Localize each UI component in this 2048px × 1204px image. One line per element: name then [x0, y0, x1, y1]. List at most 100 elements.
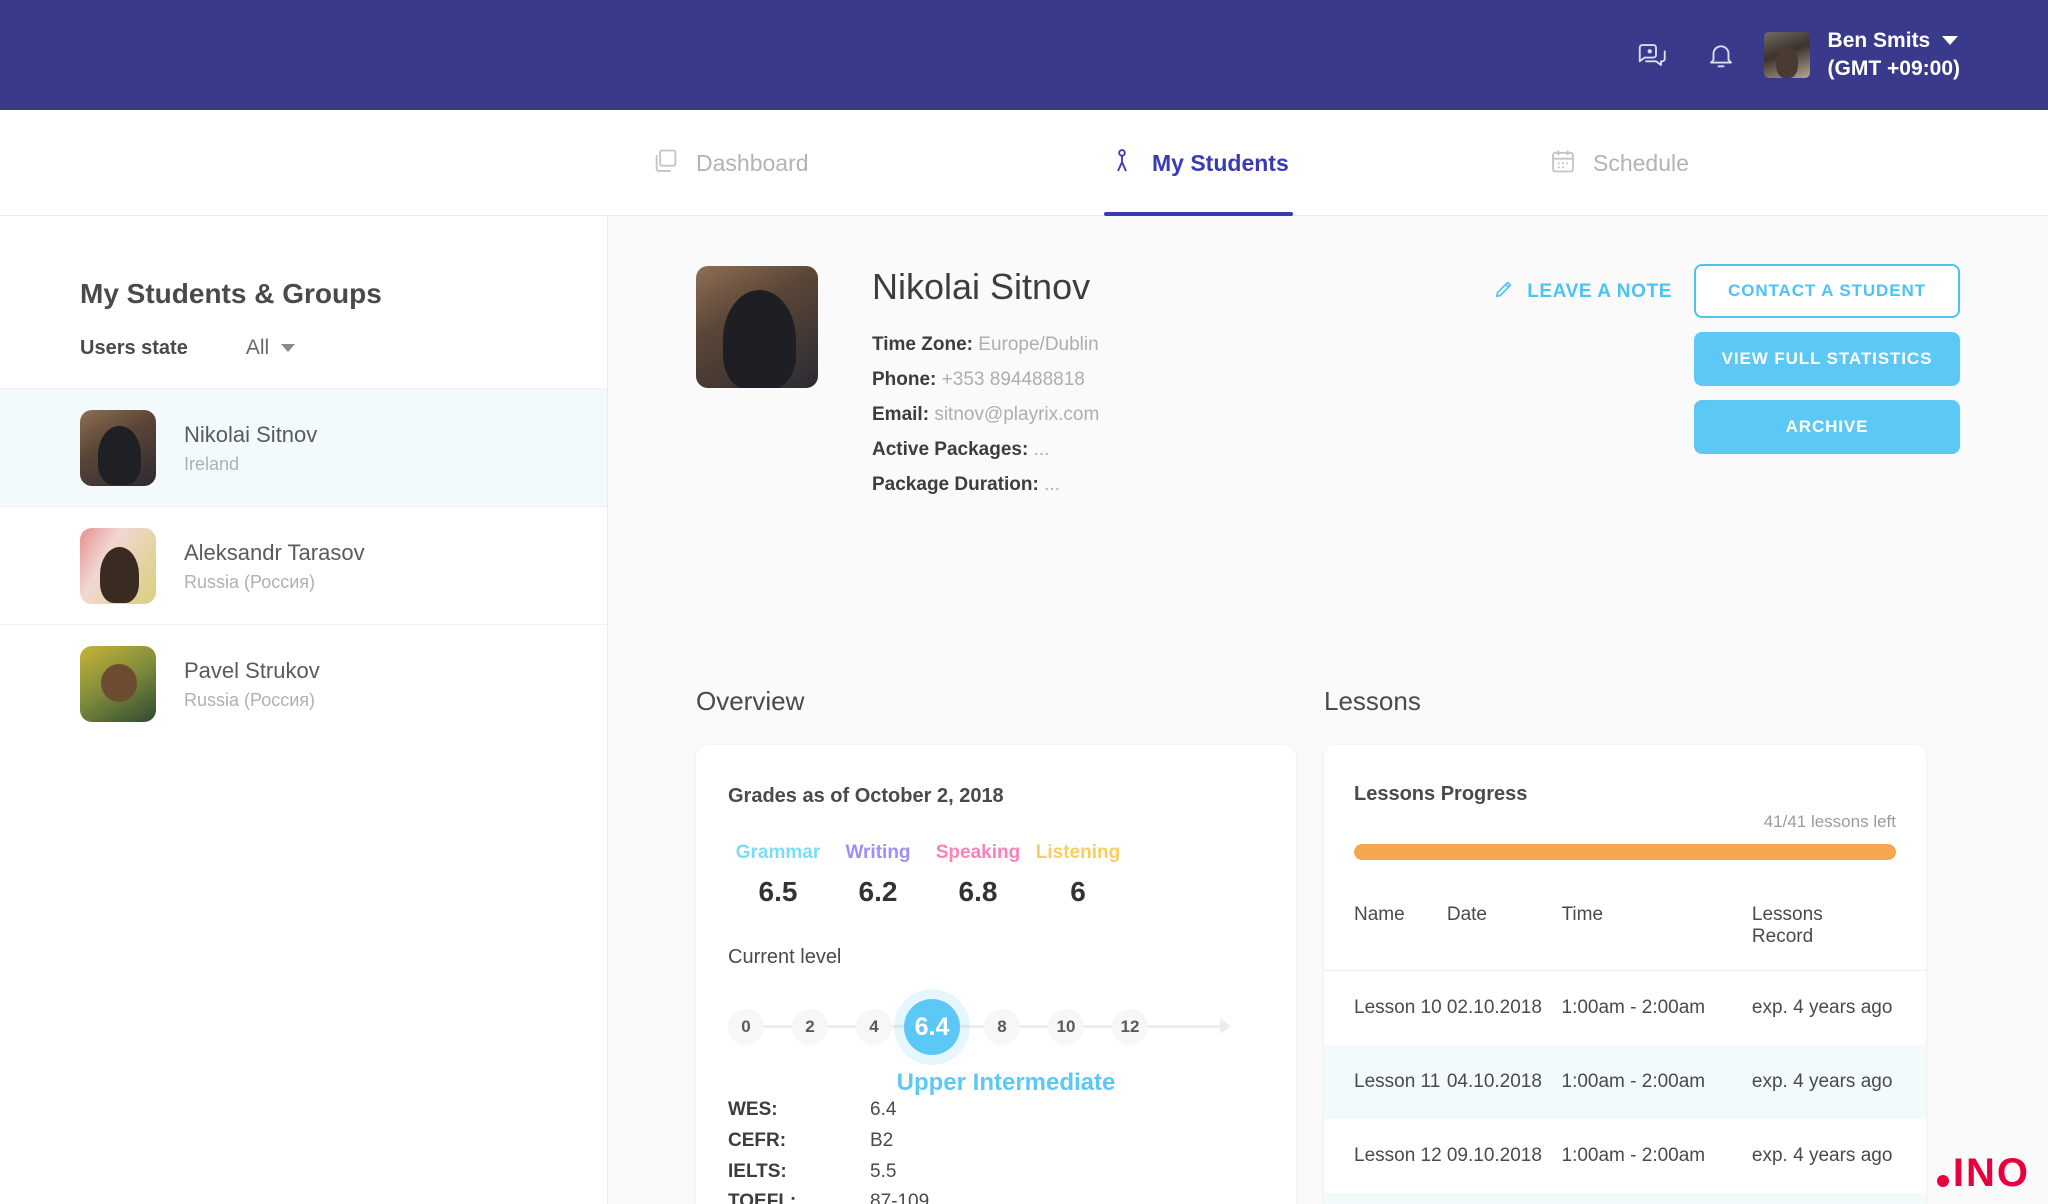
level-tick-12[interactable]: 12: [1112, 1009, 1148, 1045]
field-value: Europe/Dublin: [978, 334, 1099, 355]
score-value: B2: [870, 1129, 894, 1151]
student-name: Aleksandr Tarasov: [184, 539, 365, 565]
cell-time: 1:00am - 2:00am: [1562, 1193, 1752, 1204]
level-tick-8[interactable]: 8: [984, 1009, 1020, 1045]
level-tick-2[interactable]: 2: [792, 1009, 828, 1045]
avatar: [80, 645, 156, 722]
cell-record: exp. 4 years ago: [1752, 1193, 1926, 1204]
score-row: CEFR: B2: [728, 1126, 1296, 1157]
level-tick-10[interactable]: 10: [1048, 1009, 1084, 1045]
lessons-table-head: Name Date Time Lessons Record: [1324, 890, 1926, 971]
grade-grammar-label: Grammar: [735, 842, 821, 863]
grades-chart: Grammar 6.5 Writing 6.2 Speaking 6.8 Lis…: [696, 808, 1296, 908]
cell-name: Lesson 10: [1354, 997, 1442, 1018]
level-tick-0[interactable]: 0: [728, 1009, 764, 1045]
table-row[interactable]: Lesson 10 02.10.2018 1:00am - 2:00am exp…: [1324, 971, 1926, 1046]
grade-speaking-label: Speaking: [935, 842, 1021, 863]
layers-icon: [652, 147, 680, 180]
bell-icon[interactable]: [1704, 38, 1738, 72]
grade-speaking: Speaking 6.8: [928, 842, 1028, 908]
grade-listening-value: 6: [1070, 876, 1086, 907]
lessons-progress-fill: [1354, 844, 1896, 860]
overview-column: Overview Grades as of October 2, 2018 Gr…: [696, 686, 1296, 1204]
score-value: 87-109: [870, 1191, 930, 1204]
column-header-lessons-record: Lessons Record: [1751, 890, 1926, 971]
table-header-row: Name Date Time Lessons Record: [1324, 890, 1926, 971]
score-equivalents: WES: 6.4 CEFR: B2 IELTS: 5.5 TOEFL: 87-1…: [696, 1079, 1296, 1204]
avatar: [696, 266, 818, 388]
column-header-line2: Record: [1751, 926, 1814, 947]
tab-my-students[interactable]: My Students: [1104, 110, 1293, 216]
score-row: WES: 6.4: [728, 1095, 1296, 1126]
chat-icon[interactable]: [1634, 38, 1668, 72]
top-bar: Ben Smits (GMT +09:00): [0, 0, 2048, 110]
content-cards: Overview Grades as of October 2, 2018 Gr…: [608, 686, 2048, 1204]
chevron-down-icon[interactable]: [1942, 36, 1959, 46]
lessons-table: Name Date Time Lessons Record Lesson 10 …: [1324, 890, 1926, 1204]
archive-button[interactable]: ARCHIVE: [1694, 400, 1960, 454]
cell-name: Lesson 13: [1324, 1193, 1447, 1204]
avatar: [80, 527, 156, 604]
score-key: IELTS:: [728, 1160, 787, 1182]
top-bar-icons: [1634, 38, 1738, 72]
users-state-select[interactable]: All: [245, 336, 296, 360]
lessons-progress-label: Lessons Progress: [1354, 783, 1528, 805]
profile-field-time-zone: Time Zone: Europe/Dublin: [872, 334, 1099, 356]
sidebar-item-aleksandr-tarasov[interactable]: Aleksandr Tarasov Russia (Россия): [0, 506, 607, 624]
score-key: WES:: [728, 1099, 778, 1120]
user-name-row: Ben Smits: [1828, 27, 1960, 55]
cell-time: 1:00am - 2:00am: [1561, 1145, 1706, 1166]
score-value: 5.5: [870, 1160, 897, 1182]
level-name-label: Upper Intermediate: [896, 1069, 1116, 1096]
tab-schedule[interactable]: Schedule: [1545, 110, 1693, 216]
cell-date: 02.10.2018: [1446, 997, 1542, 1018]
column-header-date: Date: [1446, 890, 1562, 971]
sidebar-item-pavel-strukov[interactable]: Pavel Strukov Russia (Россия): [0, 624, 607, 742]
student-country: Russia (Россия): [184, 689, 316, 710]
score-row: IELTS: 5.5: [728, 1157, 1296, 1188]
watermark-text: INO: [1952, 1151, 2030, 1195]
user-menu[interactable]: Ben Smits (GMT +09:00): [1763, 27, 1960, 84]
list-item: Pavel Strukov Russia (Россия): [184, 654, 320, 714]
column-header-line1: Lessons: [1751, 904, 1823, 925]
sidebar-item-nikolai-sitnov[interactable]: Nikolai Sitnov Ireland: [0, 388, 607, 506]
users-state-value: All: [245, 336, 270, 359]
level-slider[interactable]: 0 2 4 6.4 8 10 12 Upper Intermediate: [728, 983, 1254, 1096]
list-item: Nikolai Sitnov Ireland: [184, 418, 317, 478]
table-row[interactable]: Lesson 13 11.10.2018 1:00am - 2:00am exp…: [1324, 1193, 1926, 1204]
student-name: Pavel Strukov: [184, 657, 320, 683]
current-level-label: Current level: [728, 946, 842, 968]
level-tick-4[interactable]: 4: [856, 1009, 892, 1045]
view-full-statistics-button[interactable]: VIEW FULL STATISTICS: [1694, 332, 1960, 386]
grade-writing: Writing 6.2: [828, 842, 928, 908]
user-info: Ben Smits (GMT +09:00): [1828, 27, 1960, 84]
grade-grammar: Grammar 6.5: [728, 842, 828, 908]
table-row[interactable]: Lesson 12 09.10.2018 1:00am - 2:00am exp…: [1324, 1119, 1926, 1193]
person-icon: [1108, 147, 1136, 180]
tab-dashboard[interactable]: Dashboard: [648, 110, 813, 216]
lessons-left-count: 41/41 lessons left: [1763, 812, 1896, 831]
field-label: Active Packages:: [872, 439, 1029, 460]
student-name: Nikolai Sitnov: [184, 421, 318, 447]
leave-a-note-button[interactable]: LEAVE A NOTE: [1493, 278, 1672, 306]
users-state-filter: Users state All: [80, 336, 607, 360]
score-value: 6.4: [870, 1099, 897, 1120]
calendar-icon: [1549, 147, 1577, 180]
list-item: Aleksandr Tarasov Russia (Россия): [184, 536, 365, 596]
table-row[interactable]: Lesson 11 04.10.2018 1:00am - 2:00am exp…: [1324, 1045, 1926, 1119]
lessons-progress-bar: [1354, 844, 1896, 860]
field-value: sitnov@playrix.com: [934, 404, 1100, 425]
contact-a-student-button[interactable]: CONTACT A STUDENT: [1694, 264, 1960, 318]
slider-arrow-icon: [1220, 1018, 1231, 1034]
user-name: Ben Smits: [1827, 28, 1931, 52]
level-current-value[interactable]: 6.4: [904, 999, 960, 1055]
cell-name: Lesson 12: [1354, 1145, 1442, 1166]
cell-date: 09.10.2018: [1446, 1145, 1542, 1166]
score-key: TOEFL:: [728, 1191, 797, 1204]
lessons-card: Lessons Progress 41/41 lessons left Name…: [1324, 745, 1926, 1204]
tab-my-students-label: My Students: [1152, 149, 1289, 176]
main-navigation: Dashboard My Students Schedule: [0, 110, 2048, 216]
student-country: Russia (Россия): [184, 571, 316, 592]
profile-field-package-duration: Package Duration: ...: [872, 474, 1099, 496]
cell-date: 11.10.2018: [1447, 1193, 1562, 1204]
